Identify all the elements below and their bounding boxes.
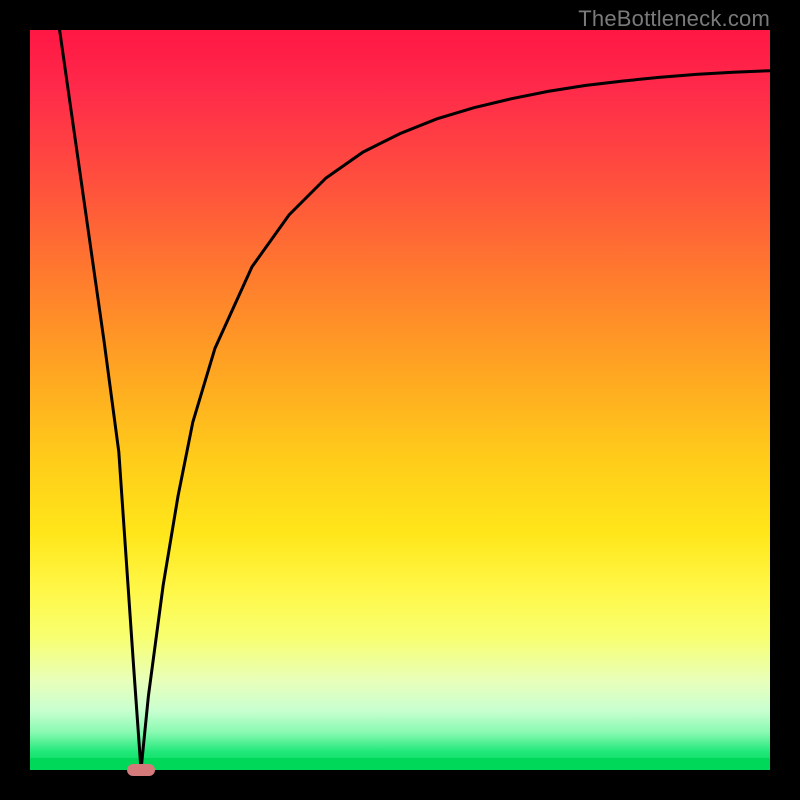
curve-layer (30, 30, 770, 770)
watermark-text: TheBottleneck.com (578, 6, 770, 32)
chart-frame: TheBottleneck.com (0, 0, 800, 800)
min-marker (127, 764, 155, 776)
plot-area (30, 30, 770, 770)
bottleneck-curve (60, 30, 770, 770)
